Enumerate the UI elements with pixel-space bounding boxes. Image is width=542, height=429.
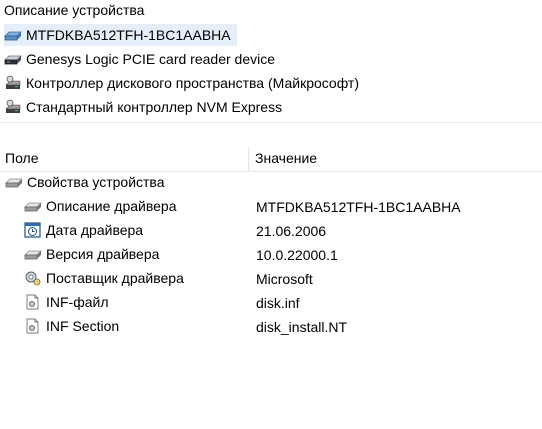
- device-item-mtfdkba[interactable]: MTFDKBA512TFH-1BC1AABHA: [4, 24, 237, 46]
- property-name: Дата драйвера: [46, 222, 144, 238]
- device-item-genesys[interactable]: Genesys Logic PCIE card reader device: [4, 48, 275, 70]
- device-label: Контроллер дискового пространства (Майкр…: [26, 75, 359, 91]
- property-value: disk.inf: [256, 295, 300, 311]
- property-name: INF Section: [46, 318, 120, 334]
- property-value: Microsoft: [256, 271, 313, 287]
- table-row[interactable]: Описание драйвера MTFDKBA512TFH-1BC1AABH…: [0, 196, 542, 220]
- storage-controller-icon: [4, 99, 22, 115]
- device-item-storage-spaces[interactable]: Контроллер дискового пространства (Майкр…: [4, 72, 359, 94]
- table-row[interactable]: Версия драйвера 10.0.22000.1: [0, 244, 542, 268]
- group-label: Свойства устройства: [27, 174, 165, 190]
- disk-drive-icon: [24, 198, 42, 214]
- table-row[interactable]: Дата драйвера 21.06.2006: [0, 220, 542, 244]
- storage-controller-icon: [4, 75, 22, 91]
- property-value: 21.06.2006: [256, 223, 327, 239]
- device-label: MTFDKBA512TFH-1BC1AABHA: [26, 27, 231, 43]
- device-item-nvme[interactable]: Стандартный контроллер NVM Express: [4, 96, 282, 118]
- property-name: Поставщик драйвера: [46, 270, 184, 286]
- column-header-field[interactable]: Поле: [5, 150, 39, 166]
- disk-drive-icon: [4, 51, 22, 67]
- device-label: Genesys Logic PCIE card reader device: [26, 51, 276, 67]
- table-row[interactable]: Поставщик драйвера Microsoft: [0, 268, 542, 292]
- property-value: 10.0.22000.1: [256, 247, 338, 263]
- calendar-icon: [24, 222, 42, 238]
- group-row[interactable]: Свойства устройства: [0, 172, 542, 196]
- section-divider: [0, 122, 542, 123]
- column-resize-handle[interactable]: [248, 147, 249, 171]
- property-value: MTFDKBA512TFH-1BC1AABHA: [256, 199, 461, 215]
- property-name: Версия драйвера: [46, 246, 160, 262]
- disk-drive-icon: [24, 246, 42, 262]
- section-title: Описание устройства: [4, 2, 145, 18]
- table-row[interactable]: INF Section disk_install.NT: [0, 316, 542, 340]
- property-value: disk_install.NT: [256, 319, 348, 335]
- disk-drive-icon: [5, 174, 23, 190]
- inf-file-icon: [24, 318, 42, 334]
- table-row[interactable]: INF-файл disk.inf: [0, 292, 542, 316]
- gear-provider-icon: [24, 270, 42, 286]
- device-label: Стандартный контроллер NVM Express: [26, 99, 283, 115]
- column-header-value[interactable]: Значение: [255, 150, 317, 166]
- inf-file-icon: [24, 294, 42, 310]
- property-name: INF-файл: [46, 294, 109, 310]
- disk-drive-icon: [4, 27, 22, 43]
- property-name: Описание драйвера: [46, 198, 177, 214]
- table-header: Поле Значение: [0, 147, 542, 172]
